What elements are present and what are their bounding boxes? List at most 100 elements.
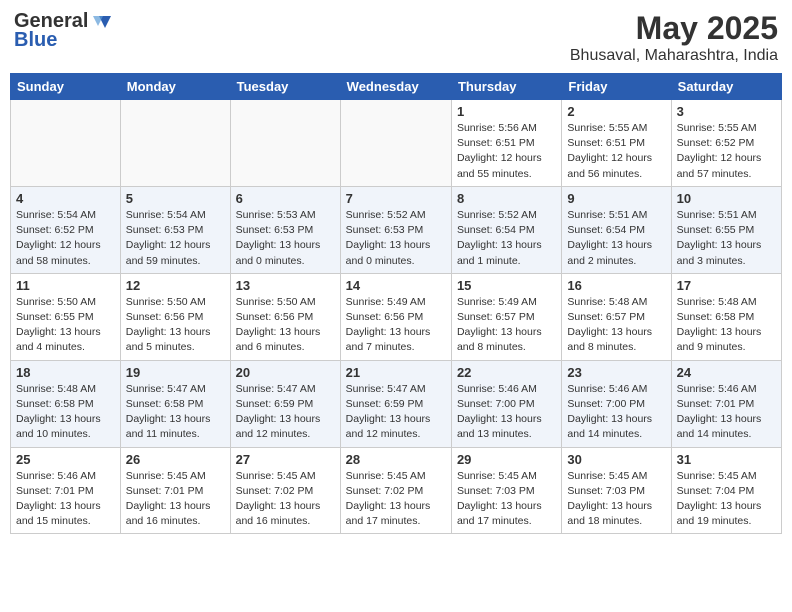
calendar-cell: 25 Sunrise: 5:46 AM Sunset: 7:01 PM Dayli… [11,447,121,534]
calendar-cell: 31Sunrise: 5:45 AM Sunset: 7:04 PM Dayli… [671,447,781,534]
calendar-cell: 19Sunrise: 5:47 AM Sunset: 6:58 PM Dayli… [120,360,230,447]
day-number: 25 [16,452,115,467]
week-row-2: 4Sunrise: 5:54 AM Sunset: 6:52 PM Daylig… [11,186,782,273]
day-info: Sunrise: 5:48 AM Sunset: 6:57 PM Dayligh… [567,295,665,356]
day-info: Sunrise: 5:52 AM Sunset: 6:54 PM Dayligh… [457,208,556,269]
day-number: 3 [677,104,776,119]
day-info: Sunrise: 5:45 AM Sunset: 7:02 PM Dayligh… [346,469,446,530]
calendar-cell: 13 Sunrise: 5:50 AM Sunset: 6:56 PM Dayli… [230,273,340,360]
day-info: Sunrise: 5:49 AM Sunset: 6:56 PM Dayligh… [346,295,446,356]
calendar-cell: 30Sunrise: 5:45 AM Sunset: 7:03 PM Dayli… [562,447,671,534]
calendar-cell: 17 Sunrise: 5:48 AM Sunset: 6:58 PM Dayli… [671,273,781,360]
day-info: Sunrise: 5:48 AM Sunset: 6:58 PM Dayligh… [16,382,115,443]
location: Bhusaval, Maharashtra, India [570,47,778,65]
day-info: Sunrise: 5:45 AM Sunset: 7:02 PM Dayligh… [236,469,335,530]
day-number: 13 [236,278,335,293]
calendar-cell: 6 Sunrise: 5:53 AM Sunset: 6:53 PM Daylig… [230,186,340,273]
day-info: Sunrise: 5:47 AM Sunset: 6:59 PM Dayligh… [346,382,446,443]
day-info: Sunrise: 5:51 AM Sunset: 6:54 PM Dayligh… [567,208,665,269]
day-number: 10 [677,191,776,206]
calendar-cell: 3 Sunrise: 5:55 AM Sunset: 6:52 PM Daylig… [671,100,781,187]
day-number: 12 [126,278,225,293]
day-number: 1 [457,104,556,119]
day-info: Sunrise: 5:46 AM Sunset: 7:01 PM Dayligh… [677,382,776,443]
day-number: 6 [236,191,335,206]
calendar-cell: 22Sunrise: 5:46 AM Sunset: 7:00 PM Dayli… [451,360,561,447]
weekday-header-saturday: Saturday [671,74,781,100]
day-info: Sunrise: 5:45 AM Sunset: 7:01 PM Dayligh… [126,469,225,530]
month-year: May 2025 [570,10,778,47]
day-number: 16 [567,278,665,293]
day-number: 5 [126,191,225,206]
day-number: 24 [677,365,776,380]
calendar-cell: 4Sunrise: 5:54 AM Sunset: 6:52 PM Daylig… [11,186,121,273]
day-number: 2 [567,104,665,119]
calendar-cell: 20 Sunrise: 5:47 AM Sunset: 6:59 PM Dayli… [230,360,340,447]
day-number: 29 [457,452,556,467]
weekday-header-monday: Monday [120,74,230,100]
day-number: 8 [457,191,556,206]
calendar-cell: 23Sunrise: 5:46 AM Sunset: 7:00 PM Dayli… [562,360,671,447]
day-info: Sunrise: 5:47 AM Sunset: 6:59 PM Dayligh… [236,382,335,443]
header: General Blue May 2025 Bhusaval, Maharash… [10,10,782,65]
calendar-cell: 15Sunrise: 5:49 AM Sunset: 6:57 PM Dayli… [451,273,561,360]
calendar-cell [120,100,230,187]
calendar-cell: 18Sunrise: 5:48 AM Sunset: 6:58 PM Dayli… [11,360,121,447]
day-info: Sunrise: 5:48 AM Sunset: 6:58 PM Dayligh… [677,295,776,356]
calendar-cell: 10 Sunrise: 5:51 AM Sunset: 6:55 PM Dayli… [671,186,781,273]
week-row-1: 1Sunrise: 5:56 AM Sunset: 6:51 PM Daylig… [11,100,782,187]
day-number: 4 [16,191,115,206]
logo-icon [89,14,111,30]
logo-blue: Blue [14,29,57,52]
day-info: Sunrise: 5:53 AM Sunset: 6:53 PM Dayligh… [236,208,335,269]
calendar-cell: 11Sunrise: 5:50 AM Sunset: 6:55 PM Dayli… [11,273,121,360]
day-number: 20 [236,365,335,380]
calendar: SundayMondayTuesdayWednesdayThursdayFrid… [10,73,782,534]
calendar-cell: 5 Sunrise: 5:54 AM Sunset: 6:53 PM Daylig… [120,186,230,273]
calendar-cell: 9 Sunrise: 5:51 AM Sunset: 6:54 PM Daylig… [562,186,671,273]
calendar-cell [11,100,121,187]
day-info: Sunrise: 5:50 AM Sunset: 6:56 PM Dayligh… [126,295,225,356]
day-number: 9 [567,191,665,206]
calendar-cell [340,100,451,187]
title-area: May 2025 Bhusaval, Maharashtra, India [570,10,778,65]
weekday-header-sunday: Sunday [11,74,121,100]
week-row-3: 11Sunrise: 5:50 AM Sunset: 6:55 PM Dayli… [11,273,782,360]
calendar-cell: 14Sunrise: 5:49 AM Sunset: 6:56 PM Dayli… [340,273,451,360]
day-number: 27 [236,452,335,467]
calendar-cell: 2 Sunrise: 5:55 AM Sunset: 6:51 PM Daylig… [562,100,671,187]
day-info: Sunrise: 5:50 AM Sunset: 6:55 PM Dayligh… [16,295,115,356]
day-number: 7 [346,191,446,206]
calendar-cell: 24 Sunrise: 5:46 AM Sunset: 7:01 PM Dayli… [671,360,781,447]
weekday-header-wednesday: Wednesday [340,74,451,100]
day-info: Sunrise: 5:55 AM Sunset: 6:51 PM Dayligh… [567,121,665,182]
calendar-cell [230,100,340,187]
calendar-cell: 29Sunrise: 5:45 AM Sunset: 7:03 PM Dayli… [451,447,561,534]
calendar-cell: 7 Sunrise: 5:52 AM Sunset: 6:53 PM Daylig… [340,186,451,273]
weekday-header-tuesday: Tuesday [230,74,340,100]
calendar-cell: 1Sunrise: 5:56 AM Sunset: 6:51 PM Daylig… [451,100,561,187]
calendar-cell: 26 Sunrise: 5:45 AM Sunset: 7:01 PM Dayli… [120,447,230,534]
day-info: Sunrise: 5:52 AM Sunset: 6:53 PM Dayligh… [346,208,446,269]
day-number: 17 [677,278,776,293]
day-info: Sunrise: 5:55 AM Sunset: 6:52 PM Dayligh… [677,121,776,182]
day-number: 21 [346,365,446,380]
calendar-cell: 28 Sunrise: 5:45 AM Sunset: 7:02 PM Dayli… [340,447,451,534]
calendar-cell: 12 Sunrise: 5:50 AM Sunset: 6:56 PM Dayli… [120,273,230,360]
calendar-cell: 16 Sunrise: 5:48 AM Sunset: 6:57 PM Dayli… [562,273,671,360]
day-info: Sunrise: 5:54 AM Sunset: 6:53 PM Dayligh… [126,208,225,269]
day-info: Sunrise: 5:45 AM Sunset: 7:04 PM Dayligh… [677,469,776,530]
day-info: Sunrise: 5:50 AM Sunset: 6:56 PM Dayligh… [236,295,335,356]
day-info: Sunrise: 5:46 AM Sunset: 7:00 PM Dayligh… [457,382,556,443]
day-number: 19 [126,365,225,380]
logo: General Blue [14,10,112,52]
calendar-cell: 8 Sunrise: 5:52 AM Sunset: 6:54 PM Daylig… [451,186,561,273]
week-row-4: 18Sunrise: 5:48 AM Sunset: 6:58 PM Dayli… [11,360,782,447]
week-row-5: 25 Sunrise: 5:46 AM Sunset: 7:01 PM Dayli… [11,447,782,534]
day-info: Sunrise: 5:51 AM Sunset: 6:55 PM Dayligh… [677,208,776,269]
day-number: 26 [126,452,225,467]
day-info: Sunrise: 5:46 AM Sunset: 7:01 PM Dayligh… [16,469,115,530]
day-number: 28 [346,452,446,467]
day-info: Sunrise: 5:46 AM Sunset: 7:00 PM Dayligh… [567,382,665,443]
weekday-header-row: SundayMondayTuesdayWednesdayThursdayFrid… [11,74,782,100]
